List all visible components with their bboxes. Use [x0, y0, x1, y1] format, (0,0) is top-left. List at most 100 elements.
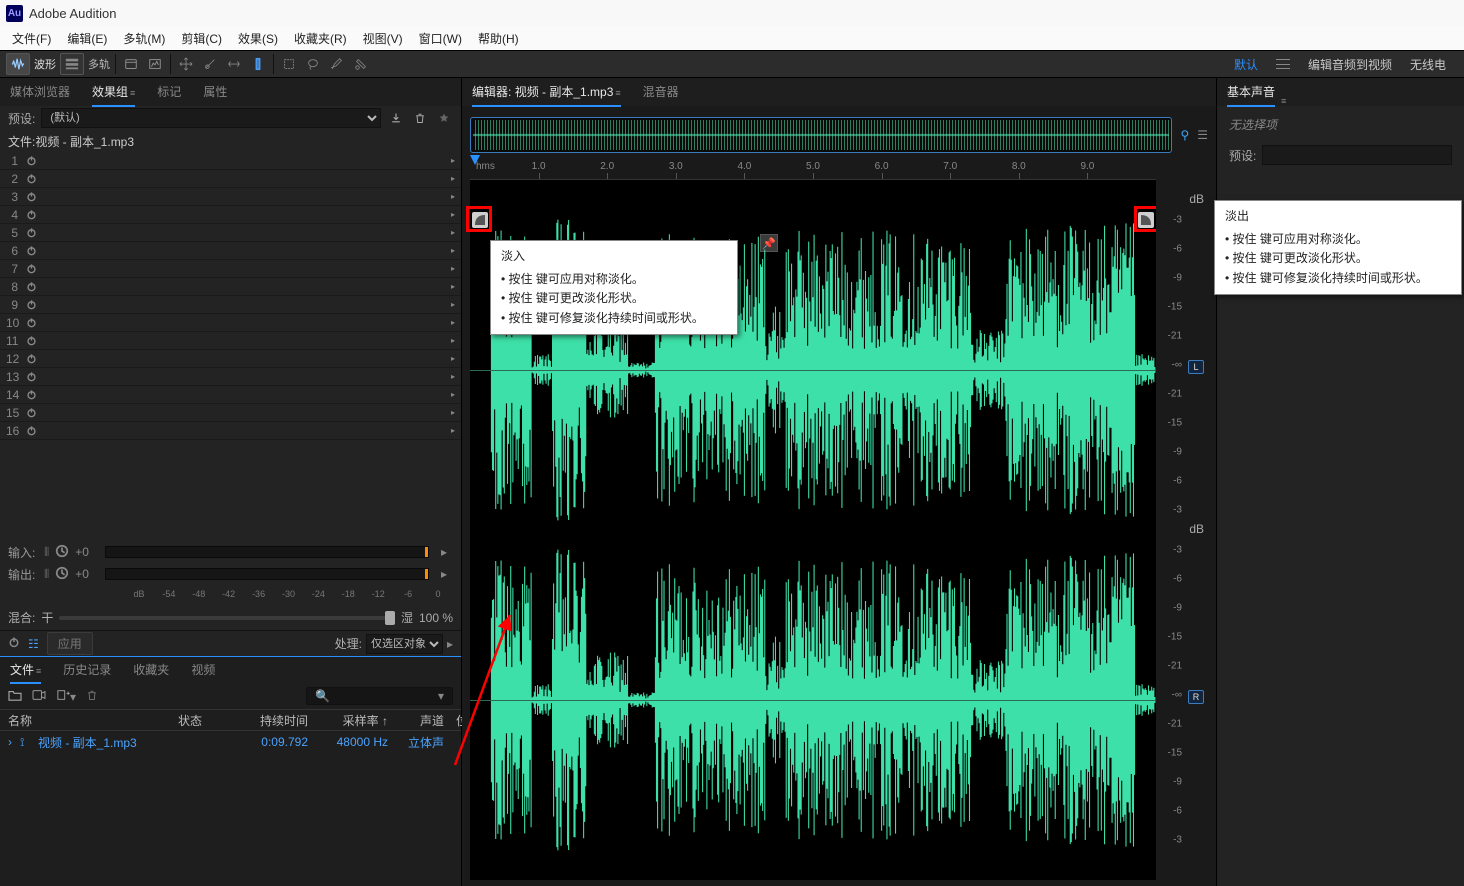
power-icon[interactable]: [24, 280, 38, 294]
razor-tool-button[interactable]: [198, 53, 222, 75]
spectral-button[interactable]: [143, 53, 167, 75]
effects-slot[interactable]: 8▸: [0, 278, 461, 296]
channel-badge[interactable]: R: [1188, 690, 1204, 704]
move-tool-button[interactable]: [174, 53, 198, 75]
menu-item[interactable]: 窗口(W): [411, 28, 470, 49]
files-col-header[interactable]: 持续时间: [228, 712, 308, 729]
zoom-icon[interactable]: ⚲: [1180, 128, 1189, 142]
left-tab[interactable]: 效果组≡: [92, 77, 135, 106]
list-icon[interactable]: ☷: [28, 637, 39, 651]
menu-item[interactable]: 文件(F): [4, 28, 59, 49]
effects-slot[interactable]: 13▸: [0, 368, 461, 386]
time-select-tool-button[interactable]: [246, 53, 270, 75]
navigator[interactable]: [470, 117, 1172, 153]
workspace-edit-audio-link[interactable]: 编辑音频到视频: [1308, 56, 1392, 73]
apply-button[interactable]: 应用: [47, 632, 93, 655]
import-icon[interactable]: [387, 109, 405, 127]
search-box[interactable]: 🔍 ▾: [306, 687, 453, 705]
power-icon[interactable]: [24, 208, 38, 222]
power-icon[interactable]: [24, 172, 38, 186]
delete-icon[interactable]: [86, 689, 98, 704]
input-dropdown-icon[interactable]: ▸: [435, 545, 453, 559]
menu-item[interactable]: 剪辑(C): [173, 28, 230, 49]
new-icon[interactable]: ▾: [56, 689, 76, 704]
effects-slot[interactable]: 12▸: [0, 350, 461, 368]
power-icon[interactable]: [24, 262, 38, 276]
effects-slot[interactable]: 16▸: [0, 422, 461, 440]
record-icon[interactable]: [32, 689, 46, 704]
editor-tab-mixer[interactable]: 混音器: [643, 77, 679, 106]
brush-tool-button[interactable]: [325, 53, 349, 75]
menu-item[interactable]: 收藏夹(R): [286, 28, 355, 49]
power-icon[interactable]: [24, 190, 38, 204]
files-tab[interactable]: 收藏夹: [133, 656, 169, 683]
right-preset-field[interactable]: [1262, 145, 1452, 165]
files-col-header[interactable]: 状态: [178, 712, 228, 729]
list-view-icon[interactable]: ☰: [1197, 128, 1208, 142]
effects-slot[interactable]: 5▸: [0, 224, 461, 242]
effects-slot[interactable]: 9▸: [0, 296, 461, 314]
effects-slot[interactable]: 15▸: [0, 404, 461, 422]
trash-icon[interactable]: [411, 109, 429, 127]
workspace-default-link[interactable]: 默认: [1234, 56, 1258, 73]
power-icon[interactable]: [24, 388, 38, 402]
effects-slot[interactable]: 4▸: [0, 206, 461, 224]
menu-item[interactable]: 编辑(E): [59, 28, 115, 49]
files-col-header[interactable]: 名称: [8, 712, 178, 729]
left-tab[interactable]: 媒体浏览器: [10, 77, 70, 106]
power-icon[interactable]: [8, 636, 20, 651]
effects-slot[interactable]: 7▸: [0, 260, 461, 278]
search-input[interactable]: [334, 690, 434, 702]
hud-button[interactable]: [119, 53, 143, 75]
file-row[interactable]: › ⟟ 视频 - 副本_1.mp3 0:09.792 48000 Hz 立体声: [0, 731, 461, 753]
menu-item[interactable]: 视图(V): [355, 28, 411, 49]
effects-slot[interactable]: 2▸: [0, 170, 461, 188]
power-icon[interactable]: [24, 424, 38, 438]
menu-item[interactable]: 效果(S): [230, 28, 286, 49]
power-icon[interactable]: [24, 298, 38, 312]
files-col-header[interactable]: 声道: [388, 712, 444, 729]
menu-item[interactable]: 多轨(M): [115, 28, 173, 49]
play-process-icon[interactable]: ▸: [447, 637, 453, 651]
files-tab[interactable]: 历史记录: [63, 656, 111, 683]
power-icon[interactable]: [24, 406, 38, 420]
files-col-header[interactable]: 采样率 ↑: [308, 712, 388, 729]
effects-slot[interactable]: 11▸: [0, 332, 461, 350]
power-icon[interactable]: [24, 370, 38, 384]
preset-select[interactable]: (默认): [41, 108, 381, 128]
effects-slot[interactable]: 1▸: [0, 152, 461, 170]
effects-slot[interactable]: 14▸: [0, 386, 461, 404]
editor-tab-file[interactable]: 编辑器: 视频 - 副本_1.mp3≡: [472, 77, 621, 106]
wave-area[interactable]: 📌 淡入• 按住 键可应用对称淡化。• 按住 键可更改淡化形状。• 按住 键可修…: [470, 180, 1156, 880]
power-icon[interactable]: [24, 334, 38, 348]
channel-badge[interactable]: L: [1188, 360, 1204, 374]
star-icon[interactable]: [435, 109, 453, 127]
files-tab[interactable]: 视频: [191, 656, 215, 683]
lasso-tool-button[interactable]: [301, 53, 325, 75]
left-tab[interactable]: 属性: [203, 77, 227, 106]
left-tab[interactable]: 标记: [157, 77, 181, 106]
effects-slot[interactable]: 3▸: [0, 188, 461, 206]
effects-slot[interactable]: 6▸: [0, 242, 461, 260]
expand-icon[interactable]: ›: [8, 735, 20, 749]
open-icon[interactable]: [8, 689, 22, 704]
files-tab[interactable]: 文件≡: [10, 656, 41, 683]
workspace-menu-icon[interactable]: [1276, 59, 1290, 69]
menu-item[interactable]: 帮助(H): [470, 28, 527, 49]
power-icon[interactable]: [24, 244, 38, 258]
waveform-view-button[interactable]: [6, 53, 30, 75]
effects-slot[interactable]: 10▸: [0, 314, 461, 332]
power-icon[interactable]: [24, 226, 38, 240]
workspace-wireless-link[interactable]: 无线电: [1410, 56, 1446, 73]
mix-slider[interactable]: [59, 616, 395, 620]
time-ruler[interactable]: hms 1.02.03.04.05.06.07.08.09.0: [470, 158, 1156, 180]
process-select[interactable]: 仅选区对象: [366, 634, 443, 654]
power-icon[interactable]: [24, 154, 38, 168]
marquee-tool-button[interactable]: [277, 53, 301, 75]
essential-sound-tab[interactable]: 基本声音: [1227, 77, 1275, 106]
power-icon[interactable]: [24, 316, 38, 330]
power-icon[interactable]: [24, 352, 38, 366]
slip-tool-button[interactable]: [222, 53, 246, 75]
heal-tool-button[interactable]: [349, 53, 373, 75]
output-dropdown-icon[interactable]: ▸: [435, 567, 453, 581]
